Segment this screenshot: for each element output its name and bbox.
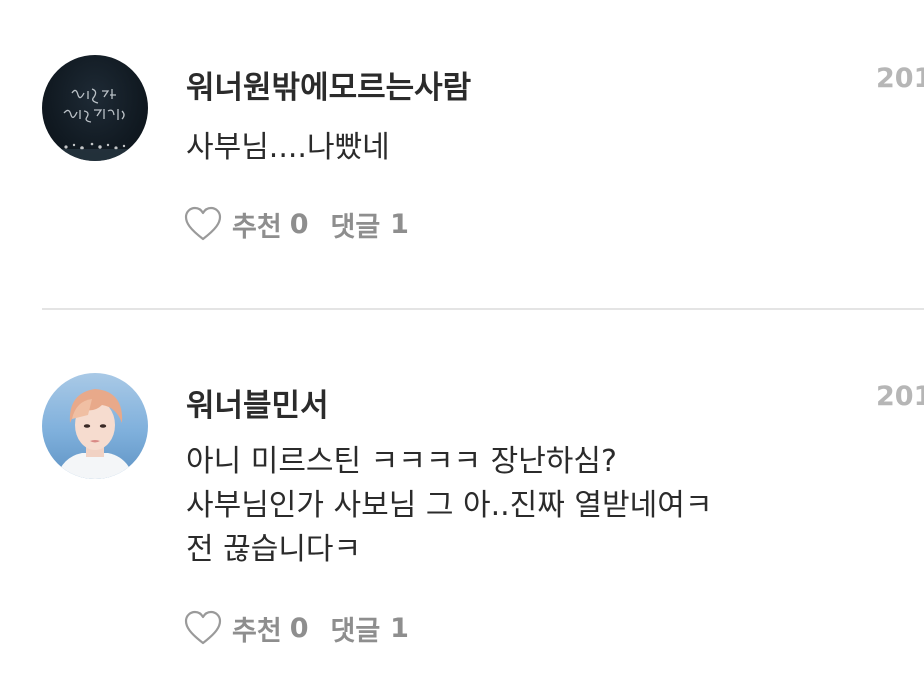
like-button[interactable]: 추천 0: [184, 609, 308, 648]
avatar-handwriting: [63, 88, 125, 123]
comment-item: 워너블민서 201 아니 미르스틴 ㅋㅋㅋㅋ 장난하심? 사부님인가 사보님 그…: [0, 312, 924, 693]
like-label: 추천: [232, 211, 282, 243]
avatar-image: [42, 88, 148, 161]
comment-item: 워너원밖에모르는사람 201 사부님....나빴네 추천 0 댓글 1: [0, 0, 924, 308]
reply-button[interactable]: 댓글 1: [330, 205, 408, 244]
username[interactable]: 워너원밖에모르는사람: [186, 62, 471, 107]
comment-body-line: 사부님....나빴네: [186, 130, 390, 165]
heart-outline-icon: [184, 610, 222, 645]
like-count: 0: [289, 612, 309, 644]
comment-body: 아니 미르스틴 ㅋㅋㅋㅋ 장난하심? 사부님인가 사보님 그 아..진짜 열받네…: [186, 440, 712, 572]
comment-body-line: 전 끊습니다ㅋ: [186, 532, 362, 567]
comment-body-line: 사부님인가 사보님 그 아..진짜 열받네여ㅋ: [186, 488, 713, 523]
comment-body: 사부님....나빴네: [186, 126, 390, 170]
username[interactable]: 워너블민서: [186, 380, 329, 425]
comment-date: 201: [876, 381, 924, 412]
avatar-stage-lights: [64, 142, 126, 150]
avatar[interactable]: [42, 373, 148, 479]
comment-divider: [42, 308, 924, 310]
like-count: 0: [289, 208, 309, 240]
comment-actions: 추천 0 댓글 1: [184, 608, 409, 648]
reply-count: 1: [390, 612, 409, 644]
heart-outline-icon: [184, 206, 222, 241]
reply-label: 댓글: [330, 211, 381, 243]
reply-label: 댓글: [330, 615, 381, 647]
like-label: 추천: [232, 615, 282, 647]
comment-actions: 추천 0 댓글 1: [184, 204, 409, 244]
comment-date: 201: [876, 63, 924, 94]
comment-body-line: 아니 미르스틴 ㅋㅋㅋㅋ 장난하심?: [186, 444, 617, 479]
avatar[interactable]: [42, 55, 148, 161]
avatar-image: [56, 389, 134, 479]
reply-button[interactable]: 댓글 1: [330, 609, 408, 648]
like-button[interactable]: 추천 0: [184, 205, 308, 244]
reply-count: 1: [390, 208, 409, 240]
